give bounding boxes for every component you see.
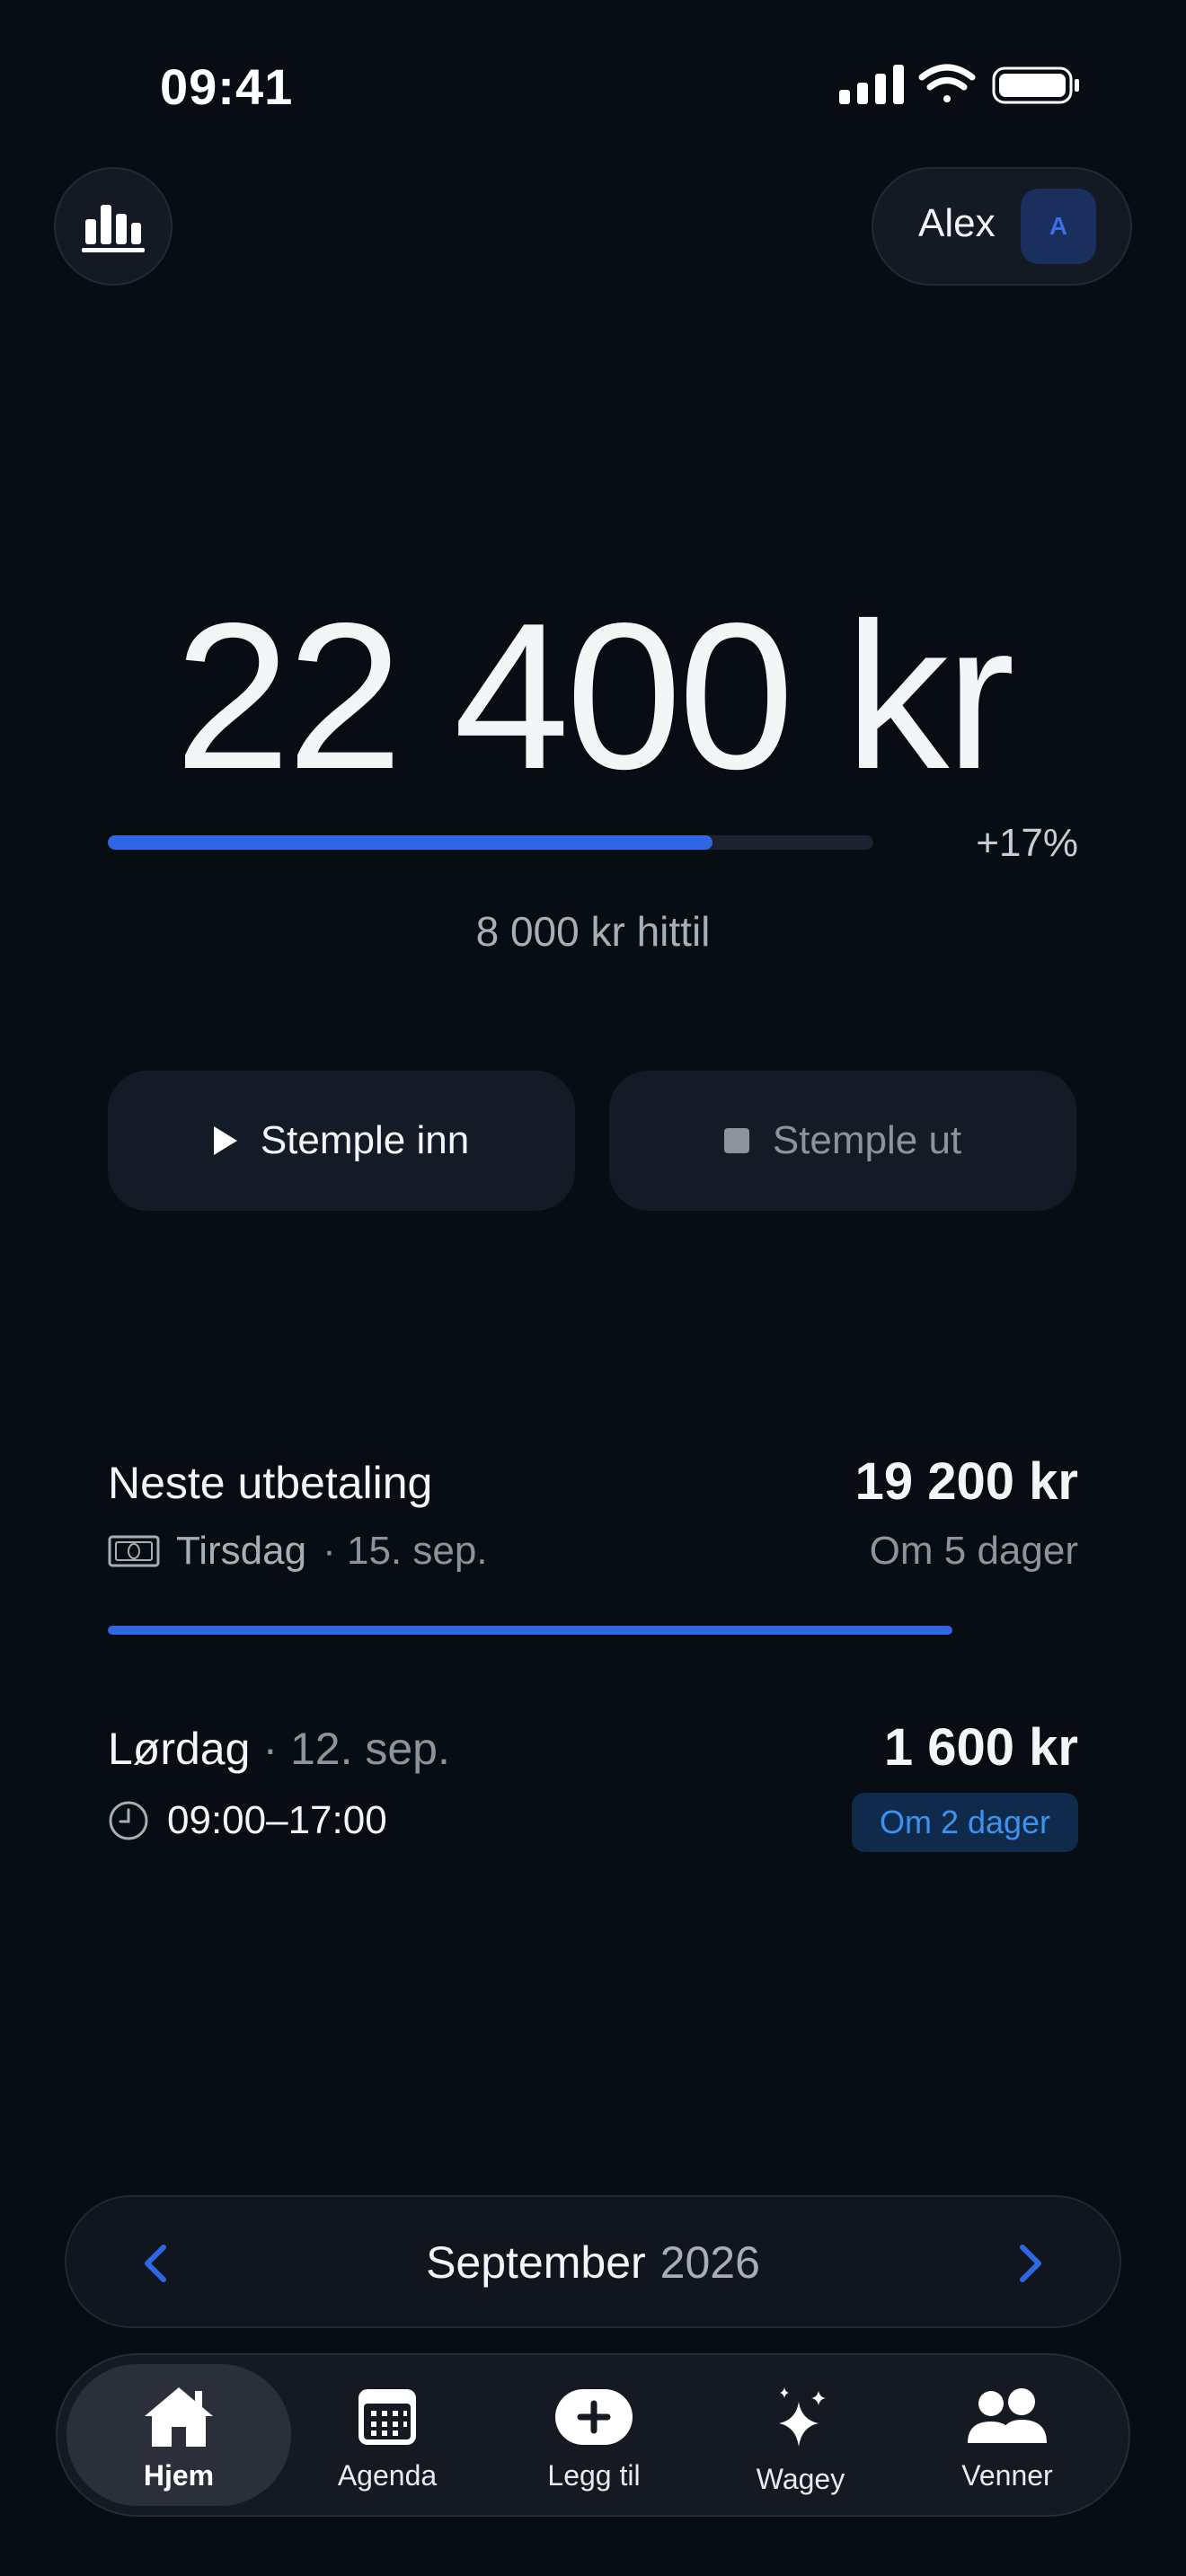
- tab-friends[interactable]: Venner: [895, 2364, 1120, 2506]
- tab-wagey-label: Wagey: [756, 2463, 845, 2495]
- shift-amount: 1 600 kr: [883, 1718, 1078, 1777]
- chevron-right-icon[interactable]: [1003, 2236, 1057, 2290]
- signal-icon: [839, 65, 904, 104]
- bar-chart-icon: [82, 205, 145, 252]
- calendar-icon: [358, 2389, 416, 2445]
- next-payment-date-row: Tirsdag · 15. sep.: [108, 1525, 488, 1577]
- banknote-icon: [108, 1535, 160, 1567]
- tab-friends-label: Venner: [961, 2459, 1053, 2492]
- avatar: A: [1021, 189, 1096, 264]
- shift-countdown-badge: Om 2 dager: [852, 1793, 1078, 1852]
- earnings-change: +17%: [976, 821, 1078, 865]
- tab-wagey[interactable]: Wagey: [688, 2364, 913, 2506]
- people-icon: [968, 2388, 1047, 2443]
- battery-icon: [992, 66, 1079, 104]
- next-payment-amount: 19 200 kr: [854, 1452, 1078, 1511]
- tab-add-label: Legg til: [547, 2459, 641, 2492]
- tab-agenda[interactable]: Agenda: [275, 2364, 500, 2506]
- clock-in-button[interactable]: Stemple inn: [108, 1071, 575, 1211]
- tab-home[interactable]: Hjem: [66, 2364, 291, 2506]
- profile-name: Alex: [918, 201, 996, 245]
- tab-add[interactable]: Legg til: [482, 2364, 706, 2506]
- shift-time: 09:00–17:00: [167, 1798, 387, 1842]
- tab-bar: Hjem Agenda Legg til Wagey Venner: [56, 2353, 1130, 2517]
- status-time: 09:41: [160, 58, 294, 115]
- month-label: September 2026: [66, 2236, 1120, 2289]
- earnings-total: 22 400 kr: [174, 580, 1014, 813]
- month-selector: September 2026: [65, 2195, 1121, 2328]
- clock-out-button[interactable]: Stemple ut: [609, 1071, 1076, 1211]
- home-icon: [145, 2387, 213, 2447]
- tab-agenda-label: Agenda: [337, 2459, 438, 2492]
- shift-day: Lørdag: [108, 1724, 251, 1774]
- next-payment-title: Neste utbetaling: [108, 1458, 433, 1508]
- month-name: September: [426, 2237, 646, 2288]
- tab-home-label: Hjem: [143, 2459, 215, 2492]
- next-payment-date: · 15. sep.: [323, 1529, 488, 1573]
- earnings-progress-fill: [108, 835, 713, 850]
- next-payment-day: Tirsdag: [176, 1529, 307, 1573]
- clock-icon: [109, 1801, 148, 1840]
- shift-date: · 12. sep.: [262, 1724, 450, 1774]
- next-payment-progress: [108, 1626, 952, 1635]
- earnings-so-far: 8 000 kr hittil: [475, 908, 711, 955]
- earnings-progress-bar: [108, 835, 873, 850]
- plus-icon: [555, 2389, 633, 2445]
- shift-date-row: Lørdag · 12. sep.: [108, 1723, 450, 1775]
- stop-icon: [723, 1128, 749, 1153]
- month-year: 2026: [659, 2237, 760, 2288]
- clock-out-label: Stemple ut: [772, 1118, 962, 1162]
- stats-button[interactable]: [54, 167, 173, 286]
- next-payment-countdown: Om 5 dager: [869, 1529, 1078, 1573]
- play-icon: [213, 1126, 237, 1155]
- clock-in-label: Stemple inn: [260, 1118, 470, 1162]
- profile-button[interactable]: Alex A: [872, 167, 1132, 286]
- status-icons: [839, 64, 1079, 104]
- wifi-icon: [918, 64, 976, 102]
- sparkles-icon: [779, 2387, 826, 2447]
- shift-time-row: 09:00–17:00: [108, 1795, 387, 1847]
